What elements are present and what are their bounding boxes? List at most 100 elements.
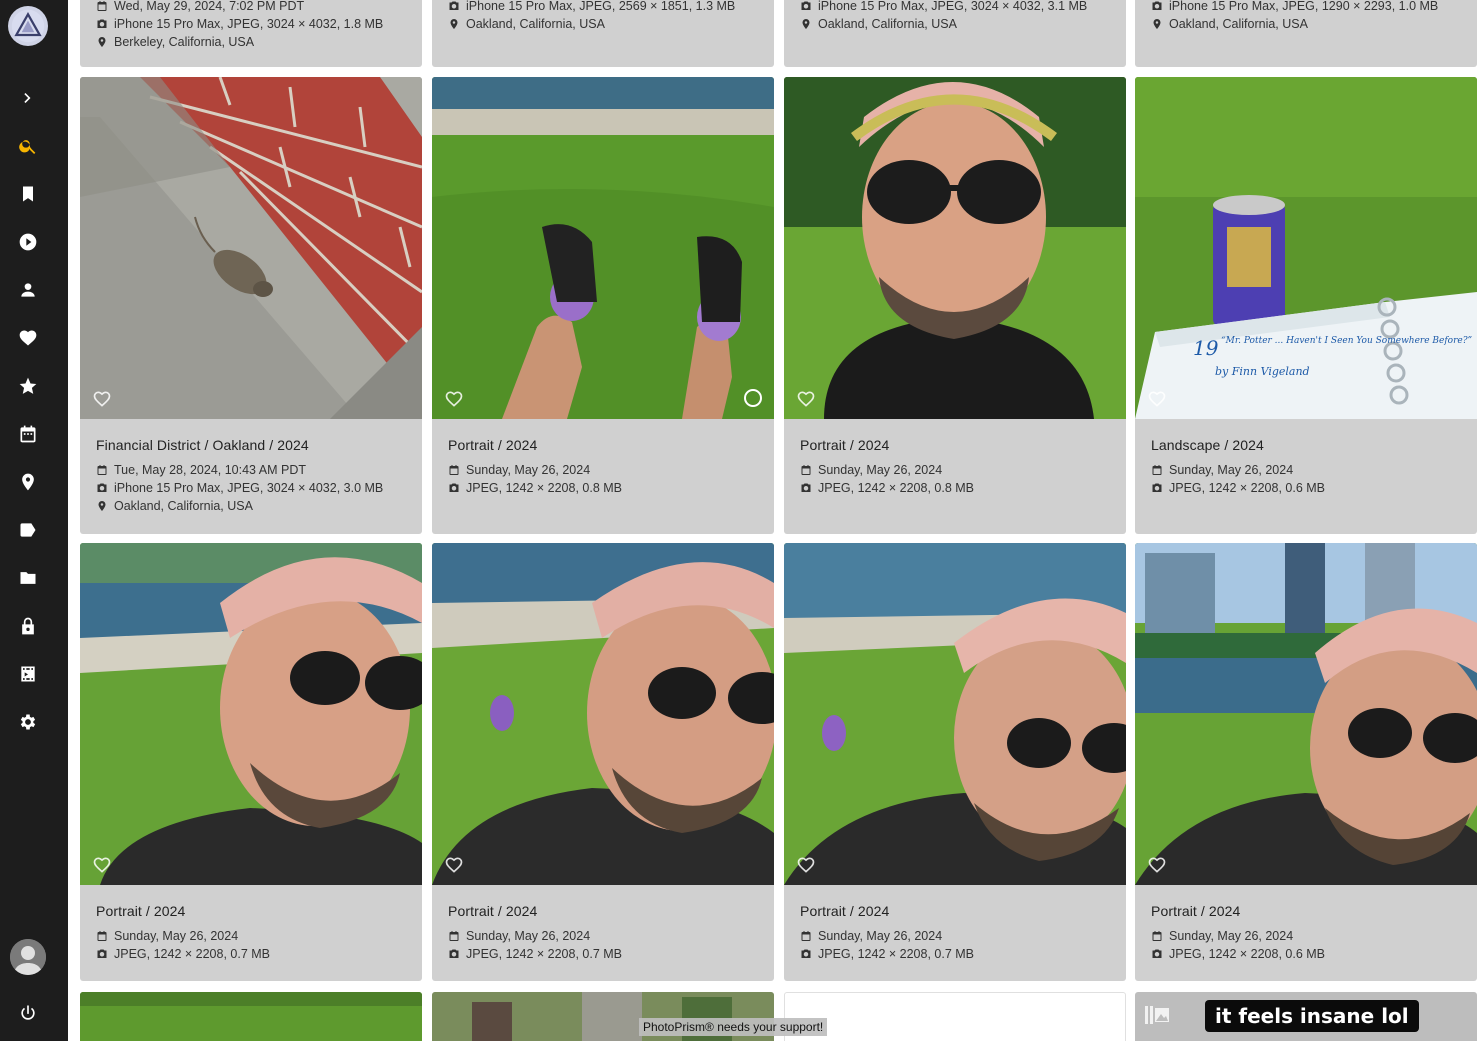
camera-icon bbox=[449, 1, 459, 10]
photo-thumbnail[interactable]: 19 “Mr. Potter ... Haven't I Seen You So… bbox=[1135, 77, 1477, 419]
star-icon[interactable] bbox=[16, 374, 40, 398]
user-avatar-icon bbox=[10, 939, 46, 975]
photo-card[interactable]: Portrait / 2024 Sunday, May 26, 2024 JPE… bbox=[80, 543, 422, 981]
photo-card[interactable]: Portrait / 2024 Sunday, May 26, 2024 JPE… bbox=[784, 543, 1126, 981]
favorite-heart-icon[interactable] bbox=[92, 855, 112, 875]
photo-title[interactable]: Portrait / 2024 bbox=[800, 903, 1116, 919]
lock-icon[interactable] bbox=[16, 614, 40, 638]
camera-icon bbox=[97, 483, 107, 492]
photo-card[interactable]: iPhone 15 Pro Max, JPEG, 2569 × 1851, 1.… bbox=[432, 0, 774, 67]
location-pin-icon bbox=[450, 19, 458, 29]
photo-card[interactable]: Portrait / 2024 Sunday, May 26, 2024 JPE… bbox=[784, 77, 1126, 534]
favorite-heart-icon[interactable] bbox=[444, 855, 464, 875]
photo-title[interactable]: Financial District / Oakland / 2024 bbox=[96, 437, 412, 453]
photo-card[interactable]: Portrait / 2024 Sunday, May 26, 2024 JPE… bbox=[432, 543, 774, 981]
favorite-heart-icon[interactable] bbox=[444, 389, 464, 409]
photo-card[interactable]: iPhone 15 Pro Max, JPEG, 3024 × 4032, 3.… bbox=[784, 0, 1126, 67]
date-row: Sunday, May 26, 2024 bbox=[448, 461, 764, 479]
photo-card[interactable]: Wed, May 29, 2024, 7:02 PM PDT iPhone 15… bbox=[80, 0, 422, 67]
calendar-icon bbox=[97, 465, 107, 475]
photoprism-logo[interactable] bbox=[8, 6, 48, 46]
play-circle-icon[interactable] bbox=[16, 230, 40, 254]
favorite-heart-icon[interactable] bbox=[1147, 389, 1167, 409]
date-row: Wed, May 29, 2024, 7:02 PM PDT bbox=[96, 0, 412, 15]
triangle-logo-icon bbox=[11, 9, 45, 43]
photo-card[interactable] bbox=[784, 992, 1126, 1041]
photo-thumbnail[interactable] bbox=[1135, 543, 1477, 885]
search-icon[interactable] bbox=[16, 134, 40, 158]
favorite-heart-icon[interactable] bbox=[796, 389, 816, 409]
location-row: Oakland, California, USA bbox=[800, 15, 1116, 33]
camera-icon bbox=[97, 19, 107, 28]
avatar[interactable] bbox=[10, 939, 46, 975]
photo-card[interactable] bbox=[80, 992, 422, 1041]
camera-icon bbox=[449, 949, 459, 958]
photo-thumbnail[interactable] bbox=[80, 543, 422, 885]
photo-thumbnail[interactable] bbox=[80, 992, 422, 1041]
folder-icon[interactable] bbox=[16, 566, 40, 590]
date-row: Sunday, May 26, 2024 bbox=[1151, 461, 1467, 479]
person-icon[interactable] bbox=[16, 278, 40, 302]
camera-row: iPhone 15 Pro Max, JPEG, 1290 × 2293, 1.… bbox=[1151, 0, 1467, 15]
location-pin-icon bbox=[98, 501, 106, 511]
photo-thumbnail[interactable] bbox=[80, 77, 422, 419]
calendar-icon bbox=[449, 931, 459, 941]
support-banner[interactable]: PhotoPrism® needs your support! bbox=[639, 1018, 828, 1036]
photo-card[interactable]: 19 “Mr. Potter ... Haven't I Seen You So… bbox=[1135, 77, 1477, 534]
date-row: Sunday, May 26, 2024 bbox=[96, 927, 412, 945]
camera-row: iPhone 15 Pro Max, JPEG, 3024 × 4032, 3.… bbox=[800, 0, 1116, 15]
favorite-heart-icon[interactable] bbox=[796, 855, 816, 875]
photo-card[interactable]: it feels insane lol bbox=[1135, 992, 1477, 1041]
photo-title[interactable]: Portrait / 2024 bbox=[1151, 903, 1467, 919]
favorite-heart-icon[interactable] bbox=[1147, 855, 1167, 875]
photo-title[interactable]: Portrait / 2024 bbox=[448, 437, 764, 453]
photo-title[interactable]: Portrait / 2024 bbox=[800, 437, 1116, 453]
date-row: Tue, May 28, 2024, 10:43 AM PDT bbox=[96, 461, 412, 479]
power-icon[interactable] bbox=[16, 1001, 40, 1025]
calendar-icon bbox=[97, 1, 107, 11]
location-row: Berkeley, California, USA bbox=[96, 33, 412, 51]
camera-icon bbox=[801, 483, 811, 492]
photo-thumbnail[interactable] bbox=[784, 77, 1126, 419]
camera-icon bbox=[1152, 949, 1162, 958]
photo-thumbnail[interactable] bbox=[432, 543, 774, 885]
photo-title[interactable]: Landscape / 2024 bbox=[1151, 437, 1467, 453]
portrait-grass-selfie-image bbox=[432, 543, 774, 885]
select-checkbox[interactable] bbox=[744, 389, 762, 407]
camera-row: JPEG, 1242 × 2208, 0.6 MB bbox=[1151, 479, 1467, 497]
calendar-icon[interactable] bbox=[16, 422, 40, 446]
photo-card[interactable]: iPhone 15 Pro Max, JPEG, 1290 × 2293, 1.… bbox=[1135, 0, 1477, 67]
bookmark-icon[interactable] bbox=[16, 182, 40, 206]
camera-row: iPhone 15 Pro Max, JPEG, 2569 × 1851, 1.… bbox=[448, 0, 764, 15]
gear-icon[interactable] bbox=[16, 710, 40, 734]
heart-icon[interactable] bbox=[16, 326, 40, 350]
camera-row: JPEG, 1242 × 2208, 0.7 MB bbox=[96, 945, 412, 963]
photo-card[interactable]: Portrait / 2024 Sunday, May 26, 2024 JPE… bbox=[1135, 543, 1477, 981]
photo-thumbnail[interactable] bbox=[784, 543, 1126, 885]
date-row: Sunday, May 26, 2024 bbox=[800, 927, 1116, 945]
date-row: Sunday, May 26, 2024 bbox=[1151, 927, 1467, 945]
stack-photos-icon bbox=[1145, 1006, 1169, 1024]
photo-title[interactable]: Portrait / 2024 bbox=[96, 903, 412, 919]
photo-card[interactable]: Financial District / Oakland / 2024 Tue,… bbox=[80, 77, 422, 534]
rat-by-brick-wall-image bbox=[80, 77, 422, 419]
photo-thumbnail[interactable] bbox=[432, 77, 774, 419]
camera-icon bbox=[801, 949, 811, 958]
portrait-city-selfie-image bbox=[1135, 543, 1477, 885]
photo-card[interactable]: Portrait / 2024 Sunday, May 26, 2024 JPE… bbox=[432, 77, 774, 534]
camera-icon bbox=[1152, 1, 1162, 10]
camera-icon bbox=[449, 483, 459, 492]
location-pin-icon bbox=[98, 37, 106, 47]
camera-row: JPEG, 1242 × 2208, 0.7 MB bbox=[800, 945, 1116, 963]
favorite-heart-icon[interactable] bbox=[92, 389, 112, 409]
book-byline: by Finn Vigeland bbox=[1215, 365, 1310, 378]
camera-row: iPhone 15 Pro Max, JPEG, 3024 × 4032, 3.… bbox=[96, 479, 412, 497]
location-pin-icon[interactable] bbox=[16, 470, 40, 494]
chevron-right-icon[interactable] bbox=[16, 86, 40, 110]
photo-caption-overlay: it feels insane lol bbox=[1205, 1000, 1419, 1032]
photo-title[interactable]: Portrait / 2024 bbox=[448, 903, 764, 919]
camera-row: JPEG, 1242 × 2208, 0.8 MB bbox=[800, 479, 1116, 497]
library-icon[interactable] bbox=[16, 662, 40, 686]
grass-photo-image bbox=[80, 992, 422, 1041]
label-icon[interactable] bbox=[16, 518, 40, 542]
